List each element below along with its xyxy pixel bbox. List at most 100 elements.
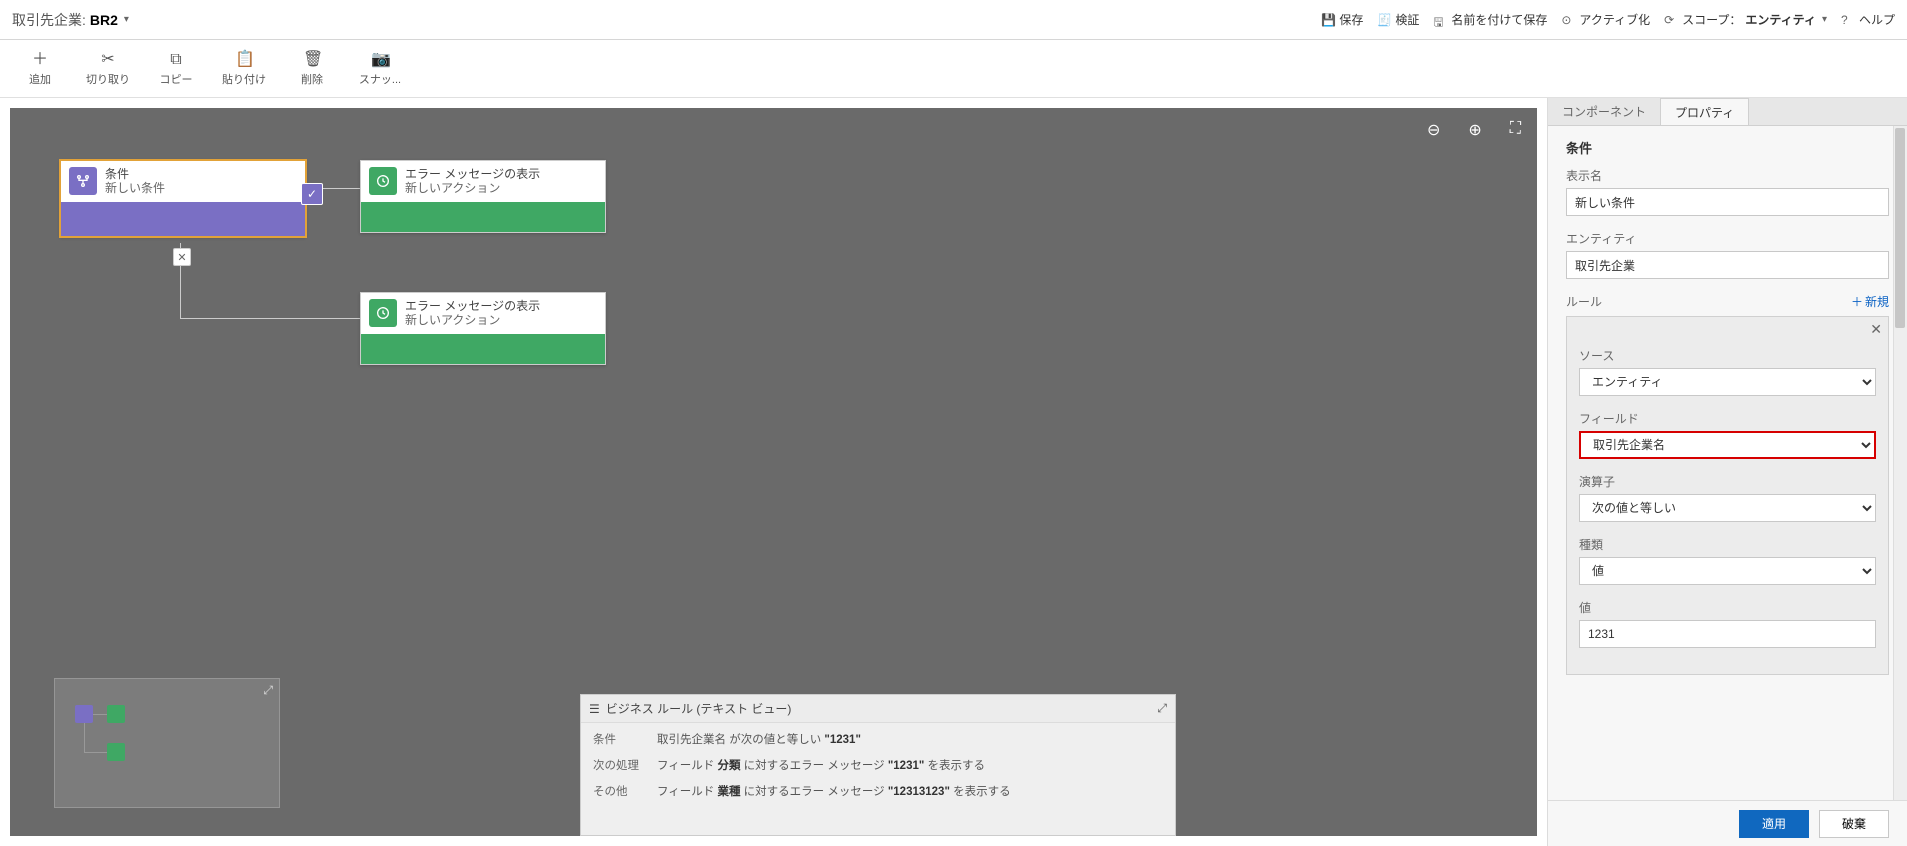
txt: が次の値と等しい: [729, 734, 824, 746]
entity-input[interactable]: [1566, 251, 1889, 279]
validate-button[interactable]: 🧾 検証: [1377, 11, 1419, 28]
canvas-wrap: ⊖ ⊕ ⛶ 条件 新しい条件: [0, 98, 1547, 846]
paste-button[interactable]: 📋 貼り付け: [222, 51, 266, 87]
header-title[interactable]: 取引先企業: BR2 ▾: [12, 10, 129, 30]
txt-bold: "1231": [888, 760, 925, 772]
chevron-down-icon[interactable]: ▾: [124, 14, 129, 25]
add-button[interactable]: ＋ 追加: [18, 51, 62, 87]
tv-then-label: 次の処理: [593, 757, 657, 773]
value-input[interactable]: [1579, 620, 1876, 648]
delete-branch-button[interactable]: ✕: [173, 248, 191, 266]
fit-screen-icon[interactable]: ⛶: [1510, 120, 1521, 140]
zoom-out-icon[interactable]: ⊖: [1427, 120, 1440, 140]
minimap-line: [84, 752, 107, 753]
paste-icon: 📋: [235, 51, 253, 69]
tab-properties[interactable]: プロパティ: [1660, 98, 1749, 125]
cut-icon: ✂: [99, 51, 117, 69]
activate-button[interactable]: ⊙ アクティブ化: [1561, 11, 1650, 28]
canvas-controls: ⊖ ⊕ ⛶: [1427, 120, 1521, 140]
zoom-in-icon[interactable]: ⊕: [1468, 120, 1481, 140]
source-select[interactable]: エンティティ: [1579, 368, 1876, 396]
minimap-line: [84, 723, 85, 753]
cut-button[interactable]: ✂ 切り取り: [86, 51, 130, 87]
save-as-button[interactable]: 🖫 名前を付けて保存: [1433, 11, 1547, 28]
value-label: 値: [1579, 599, 1876, 616]
action-node[interactable]: エラー メッセージの表示 新しいアクション: [360, 160, 606, 233]
snapshot-label: スナッ...: [359, 71, 401, 87]
node-body: [361, 334, 605, 364]
header-bar: 取引先企業: BR2 ▾ 💾 保存 🧾 検証 🖫 名前を付けて保存 ⊙ アクティ…: [0, 0, 1907, 40]
node-title: エラー メッセージの表示: [405, 167, 540, 181]
txt: を表示する: [950, 786, 1011, 798]
scrollbar-thumb[interactable]: [1895, 128, 1905, 328]
tv-else-label: その他: [593, 783, 657, 799]
save-icon: 💾: [1321, 13, 1335, 27]
activate-label: アクティブ化: [1579, 11, 1650, 28]
copy-label: コピー: [160, 71, 193, 87]
type-select[interactable]: 値: [1579, 557, 1876, 585]
txt: を表示する: [924, 760, 985, 772]
delete-button[interactable]: 🗑 削除: [290, 51, 334, 87]
action-node[interactable]: エラー メッセージの表示 新しいアクション: [360, 292, 606, 365]
main-area: ⊖ ⊕ ⛶ 条件 新しい条件: [0, 98, 1907, 846]
design-canvas[interactable]: ⊖ ⊕ ⛶ 条件 新しい条件: [10, 108, 1537, 836]
operator-label: 演算子: [1579, 473, 1876, 490]
expand-icon[interactable]: ⤢: [1157, 701, 1167, 716]
txt-bold: 業種: [717, 786, 740, 798]
action-icon: [369, 167, 397, 195]
discard-button[interactable]: 破棄: [1819, 810, 1889, 838]
save-label: 保存: [1339, 11, 1363, 28]
header-title-name: BR2: [90, 12, 118, 28]
txt: フィールド: [657, 760, 717, 772]
txt: 取引先企業名: [657, 734, 729, 746]
node-header: エラー メッセージの表示 新しいアクション: [361, 293, 605, 334]
apply-button[interactable]: 適用: [1739, 810, 1809, 838]
sidebar-body: 条件 表示名 エンティティ ルール ＋新規 ✕: [1548, 126, 1907, 800]
txt: に対するエラー メッセージ: [740, 760, 887, 772]
rule-label: ルール: [1566, 293, 1602, 310]
scope-selector[interactable]: ⟳ スコープ： エンティティ ▾: [1664, 11, 1827, 28]
node-subtitle: 新しいアクション: [405, 181, 540, 195]
expand-icon[interactable]: ⤢: [263, 683, 273, 698]
check-icon: ✓: [301, 183, 323, 205]
rule-new-button[interactable]: ＋新規: [1851, 293, 1889, 310]
node-header: エラー メッセージの表示 新しいアクション: [361, 161, 605, 202]
node-subtitle: 新しい条件: [105, 181, 165, 195]
node-title: 条件: [105, 167, 165, 181]
condition-node[interactable]: 条件 新しい条件 ✓: [60, 160, 306, 237]
toolbar: ＋ 追加 ✂ 切り取り ⧉ コピー 📋 貼り付け 🗑 削除 📷 スナッ...: [0, 40, 1907, 98]
txt-bold: "1231": [824, 734, 861, 746]
copy-button[interactable]: ⧉ コピー: [154, 51, 198, 87]
tab-properties-label: プロパティ: [1675, 104, 1734, 121]
display-name-input[interactable]: [1566, 188, 1889, 216]
tv-cond-content: 取引先企業名 が次の値と等しい "1231": [657, 731, 1163, 747]
save-button[interactable]: 💾 保存: [1321, 11, 1363, 28]
connector-line: [180, 318, 360, 319]
minimap[interactable]: ⤢: [54, 678, 280, 808]
header-title-label: 取引先企業:: [12, 10, 86, 30]
help-button[interactable]: ? ヘルプ: [1841, 11, 1895, 28]
node-header: 条件 新しい条件: [61, 161, 305, 202]
field-select[interactable]: 取引先企業名: [1579, 431, 1876, 459]
operator-select[interactable]: 次の値と等しい: [1579, 494, 1876, 522]
section-title: 条件: [1566, 138, 1889, 157]
delete-label: 削除: [301, 71, 323, 87]
field-label: フィールド: [1579, 410, 1876, 427]
scrollbar-track[interactable]: [1893, 126, 1907, 800]
close-icon[interactable]: ✕: [1870, 321, 1882, 338]
tab-components[interactable]: コンポーネント: [1548, 98, 1660, 125]
snapshot-button[interactable]: 📷 スナッ...: [358, 51, 402, 87]
type-label: 種類: [1579, 536, 1876, 553]
minimap-node: [107, 743, 125, 761]
paste-label: 貼り付け: [222, 71, 266, 87]
action-icon: [369, 299, 397, 327]
tab-components-label: コンポーネント: [1562, 103, 1646, 120]
help-label: ヘルプ: [1859, 11, 1895, 28]
display-name-label: 表示名: [1566, 167, 1889, 184]
scope-value: エンティティ: [1745, 11, 1816, 28]
save-as-label: 名前を付けて保存: [1451, 11, 1547, 28]
list-icon: ☰: [589, 702, 600, 716]
txt: に対するエラー メッセージ: [740, 786, 887, 798]
copy-icon: ⧉: [167, 51, 185, 69]
camera-icon: 📷: [371, 51, 389, 69]
